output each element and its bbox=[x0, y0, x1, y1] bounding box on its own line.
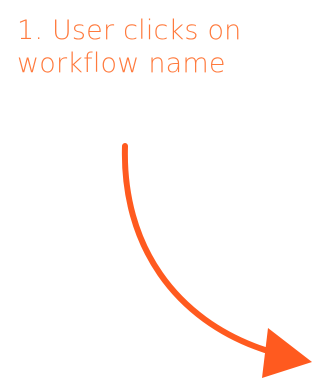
arrow-shaft bbox=[121, 143, 268, 353]
arrow-head bbox=[262, 328, 312, 378]
curved-arrow-icon bbox=[121, 143, 312, 378]
